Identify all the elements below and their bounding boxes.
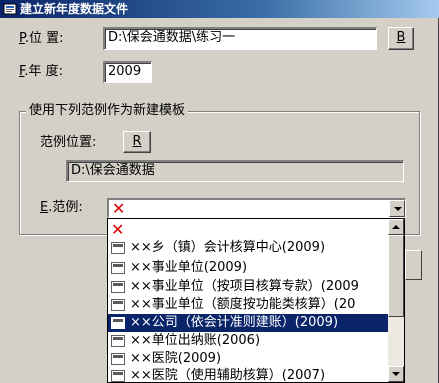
- list-item-label: ××医院(2009): [130, 351, 222, 366]
- template-file-icon: [111, 281, 125, 293]
- list-item-label: ××事业单位（按项目核算专款）(2009: [130, 279, 359, 294]
- template-dropdown-list: ✕ ××乡（镇）会计核算中心(2009) ××事业单位(2009) ××事业单位…: [107, 218, 405, 383]
- location-label-text: .位 置:: [24, 31, 64, 46]
- no-template-icon: ✕: [112, 199, 126, 218]
- list-item[interactable]: ××医院（使用辅助核算）(2007): [108, 367, 389, 383]
- scroll-down-button[interactable]: [388, 366, 404, 382]
- template-location-field: D:\保会通数据: [66, 160, 404, 182]
- list-item[interactable]: ××事业单位（额度按功能类核算）(20: [108, 296, 389, 314]
- year-input[interactable]: 2009: [103, 61, 152, 83]
- template-location-label: 范例位置:: [40, 135, 97, 150]
- template-file-icon: [111, 370, 125, 382]
- template-combobox[interactable]: ✕: [107, 198, 406, 218]
- window-title: 建立新年度数据文件: [20, 2, 129, 16]
- list-item-none[interactable]: ✕: [108, 221, 389, 239]
- dropdown-scrollbar[interactable]: [388, 219, 404, 382]
- new-year-dialog: 建立新年度数据文件 P.位 置: D:\保会通数据\练习一 B F.年 度: 2…: [0, 0, 439, 383]
- browse-template-hotkey: R: [132, 134, 142, 149]
- title-bar: 建立新年度数据文件: [0, 0, 439, 18]
- template-file-icon: [111, 335, 125, 347]
- list-item-label: ××医院（使用辅助核算）(2007): [130, 368, 326, 383]
- template-file-icon: [111, 317, 125, 329]
- app-icon: [3, 3, 17, 15]
- template-file-icon: [111, 242, 125, 254]
- list-item-selected[interactable]: ××公司（依会计准则建账）(2009): [108, 314, 389, 332]
- template-label: E.范例:: [40, 200, 83, 216]
- list-item-label: ××乡（镇）会计核算中心(2009): [130, 240, 326, 255]
- template-group-title: 使用下列范例作为新建模板: [26, 103, 189, 119]
- list-item[interactable]: ××单位出纳账(2006): [108, 332, 389, 350]
- list-item-label: ××事业单位（额度按功能类核算）(20: [130, 297, 356, 312]
- list-item-label: ××公司（依会计准则建账）(2009): [130, 315, 339, 330]
- template-file-icon: [111, 353, 125, 365]
- scroll-thumb[interactable]: [388, 235, 404, 317]
- location-input[interactable]: D:\保会通数据\练习一: [103, 27, 377, 50]
- template-file-icon: [111, 262, 125, 274]
- dropdown-arrow-icon[interactable]: [389, 200, 405, 217]
- location-label: P.位 置:: [19, 31, 63, 47]
- list-item[interactable]: ××事业单位(2009): [108, 259, 389, 277]
- list-item[interactable]: ××乡（镇）会计核算中心(2009): [108, 239, 389, 257]
- template-file-icon: [111, 299, 125, 311]
- list-item[interactable]: ××事业单位（按项目核算专款）(2009: [108, 278, 389, 296]
- template-hotkey: E: [40, 200, 49, 215]
- template-label-text: .范例:: [48, 200, 83, 215]
- list-item-label: ××单位出纳账(2006): [130, 333, 261, 348]
- browse-template-button[interactable]: R: [123, 131, 151, 153]
- browse-location-button[interactable]: B: [388, 27, 414, 50]
- year-label-text: .年 度:: [24, 64, 64, 79]
- no-template-icon: ✕: [111, 221, 125, 239]
- year-label: F.年 度:: [19, 64, 63, 80]
- list-item[interactable]: ××医院(2009): [108, 350, 389, 368]
- hidden-dialog-button[interactable]: [405, 250, 422, 280]
- browse-location-hotkey: B: [396, 30, 406, 45]
- list-item-label: ××事业单位(2009): [130, 260, 248, 275]
- scroll-up-button[interactable]: [388, 219, 404, 235]
